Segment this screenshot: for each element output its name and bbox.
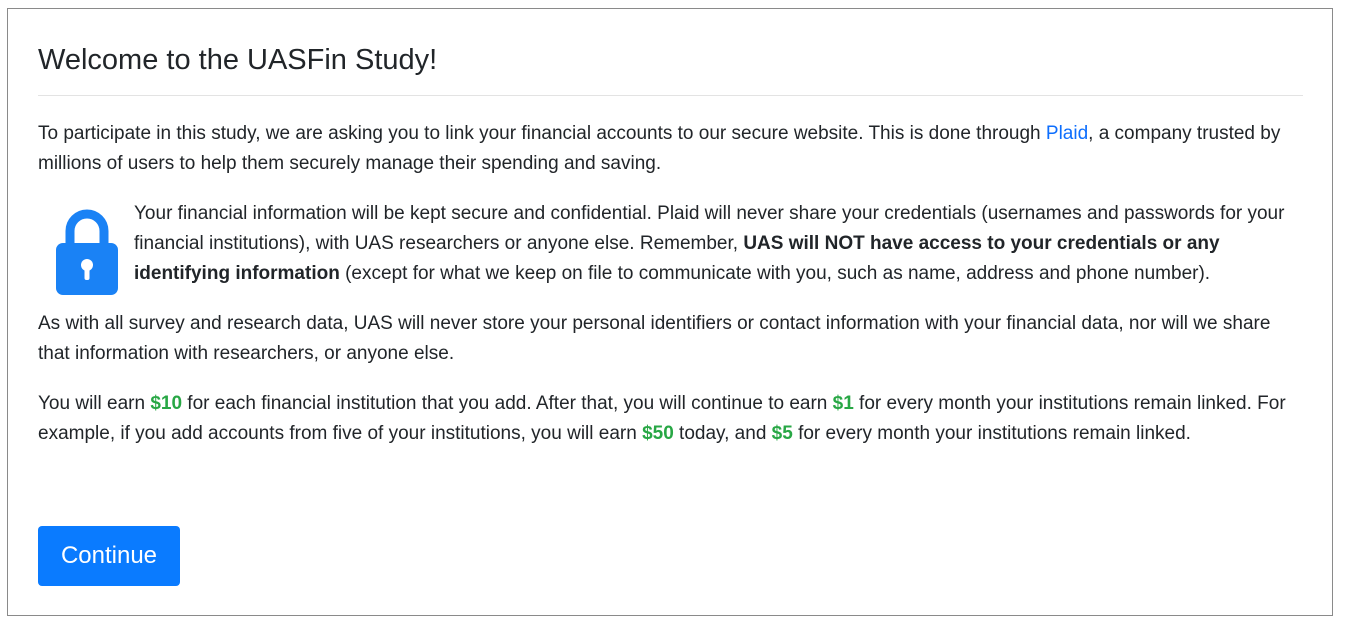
amount-example-month: $5 bbox=[771, 423, 793, 444]
privacy-paragraph: As with all survey and research data, UA… bbox=[38, 313, 1271, 364]
earnings-text-1: You will earn bbox=[38, 393, 151, 414]
security-text-2: (except for what we keep on file to comm… bbox=[339, 263, 1211, 284]
continue-button[interactable]: Continue bbox=[38, 526, 180, 586]
security-notice: Your financial information will be kept … bbox=[38, 199, 1303, 299]
amount-example-today: $50 bbox=[642, 423, 674, 444]
intro-text-before: To participate in this study, we are ask… bbox=[38, 123, 1046, 144]
security-text: Your financial information will be kept … bbox=[134, 199, 1304, 289]
earnings-paragraph: You will earn $10 for each financial ins… bbox=[38, 389, 1303, 449]
earnings-text-2: for each financial institution that you … bbox=[182, 393, 833, 414]
title-divider bbox=[38, 95, 1303, 96]
earnings-text-4: today, and bbox=[673, 423, 772, 444]
lock-icon bbox=[54, 207, 120, 297]
page-title: Welcome to the UASFin Study! bbox=[38, 44, 438, 76]
intro-paragraph: To participate in this study, we are ask… bbox=[38, 119, 1303, 179]
amount-per-month: $1 bbox=[832, 393, 854, 414]
amount-per-institution: $10 bbox=[150, 393, 183, 414]
study-welcome-card: Welcome to the UASFin Study! To particip… bbox=[7, 8, 1333, 616]
plaid-link[interactable]: Plaid bbox=[1046, 123, 1088, 144]
earnings-text-5: for every month your institutions remain… bbox=[792, 423, 1191, 444]
